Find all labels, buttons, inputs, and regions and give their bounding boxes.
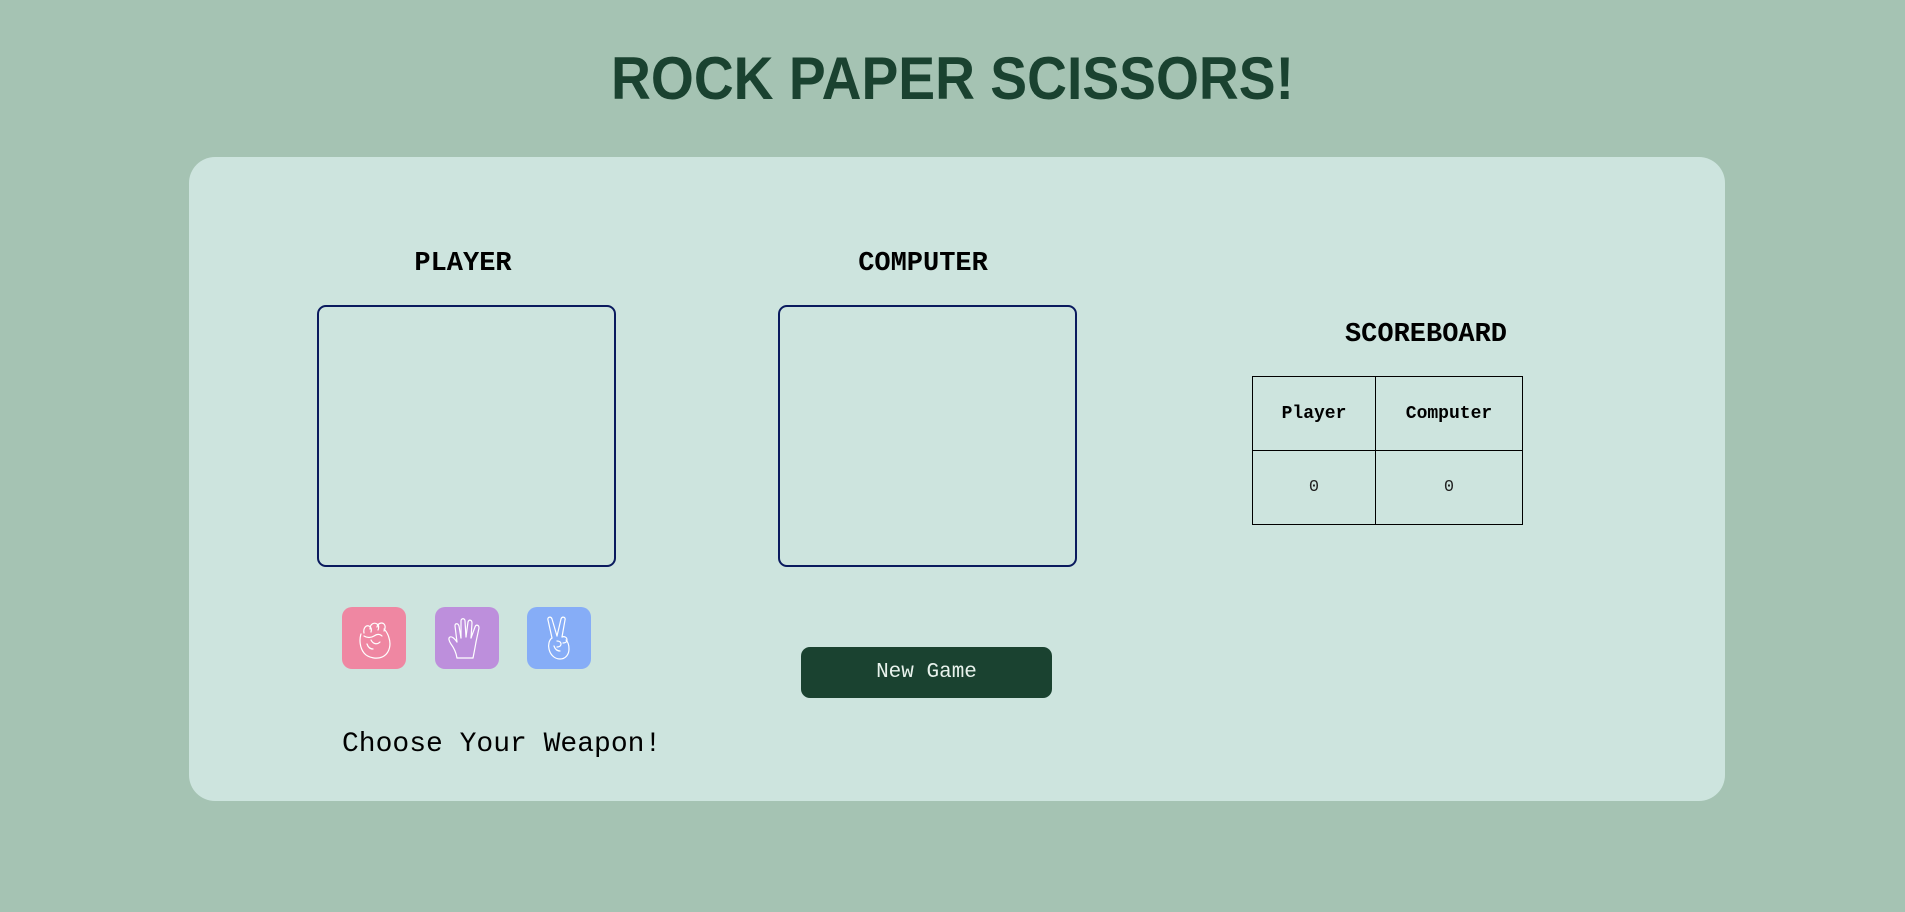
- scoreboard-heading: SCOREBOARD: [1344, 320, 1508, 350]
- game-card: PLAYER COMPUTER New Game Choose Your Wea…: [189, 157, 1725, 801]
- scoreboard-header-row: Player Computer: [1252, 376, 1523, 451]
- scoreboard-header-player: Player: [1252, 376, 1376, 451]
- player-heading: PLAYER: [414, 249, 512, 279]
- fist-icon: [359, 622, 391, 659]
- computer-choice-display: [778, 305, 1077, 567]
- open-hand-icon: [448, 618, 480, 659]
- new-game-button[interactable]: New Game: [801, 647, 1052, 698]
- scissors-button[interactable]: [527, 607, 591, 669]
- player-choice-display: [317, 305, 616, 567]
- computer-heading: COMPUTER: [858, 249, 988, 279]
- paper-button[interactable]: [435, 607, 499, 669]
- scoreboard-header-computer: Computer: [1375, 376, 1523, 451]
- scoreboard-score-row: 0 0: [1252, 450, 1523, 525]
- status-message: Choose Your Weapon!: [342, 729, 662, 760]
- computer-score: 0: [1375, 450, 1523, 525]
- peace-hand-icon: [547, 616, 570, 660]
- rock-button[interactable]: [342, 607, 406, 669]
- page-title: ROCK PAPER SCISSORS!: [611, 45, 1294, 112]
- scoreboard-table: Player Computer 0 0: [1252, 376, 1523, 525]
- player-score: 0: [1252, 450, 1376, 525]
